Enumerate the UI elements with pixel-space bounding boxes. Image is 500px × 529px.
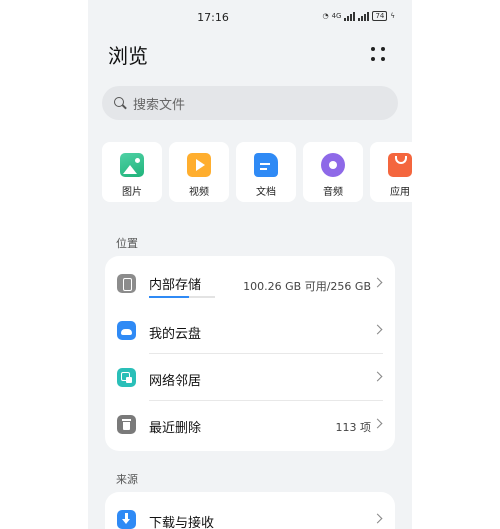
location-internal-storage[interactable]: 内部存储 100.26 GB 可用/256 GB <box>105 260 395 307</box>
sources-section-label: 来源 <box>116 473 138 486</box>
chevron-right-icon <box>372 277 383 288</box>
battery-icon: 74 <box>372 11 388 21</box>
photo-icon <box>120 153 144 177</box>
category-label: 音频 <box>323 187 343 198</box>
status-time: 17:16 <box>197 11 229 24</box>
category-documents[interactable]: 文档 <box>236 142 296 202</box>
download-icon <box>117 510 136 529</box>
video-icon <box>187 153 211 177</box>
network-icon <box>117 368 136 387</box>
chevron-right-icon <box>372 513 383 524</box>
storage-value: 100.26 GB 可用/256 GB <box>243 280 371 293</box>
location-network-neighbors[interactable]: 网络邻居 <box>105 354 395 401</box>
location-cloud-drive[interactable]: 我的云盘 <box>105 307 395 354</box>
search-icon <box>113 96 127 110</box>
network-label: 4G <box>331 12 342 20</box>
status-bar: 17:16 ◔ 4G 74 ϟ <box>88 0 412 34</box>
document-icon <box>254 153 278 177</box>
phone-screen: 17:16 ◔ 4G 74 ϟ 浏览 搜索文件 图片 视频 文档 音频 应用 位… <box>88 0 412 529</box>
location-recently-deleted[interactable]: 最近删除 113 项 <box>105 401 395 448</box>
alarm-icon: ◔ <box>322 12 329 20</box>
location-name: 我的云盘 <box>149 327 202 342</box>
charging-icon: ϟ <box>390 12 395 20</box>
category-apps[interactable]: 应用 <box>370 142 412 202</box>
locations-section-label: 位置 <box>116 237 138 250</box>
app-icon <box>388 153 412 177</box>
phone-storage-icon <box>117 274 136 293</box>
category-label: 视频 <box>189 187 209 198</box>
signal-icon <box>344 11 356 21</box>
source-name: 下载与接收 <box>149 516 215 529</box>
chevron-right-icon <box>372 371 383 382</box>
status-icons: ◔ 4G 74 ϟ <box>322 11 395 21</box>
storage-usage-bar <box>149 296 215 298</box>
category-strip: 图片 视频 文档 音频 应用 <box>102 142 412 202</box>
category-photos[interactable]: 图片 <box>102 142 162 202</box>
source-downloads[interactable]: 下载与接收 <box>105 496 395 529</box>
audio-icon <box>321 153 345 177</box>
category-videos[interactable]: 视频 <box>169 142 229 202</box>
page-title: 浏览 <box>108 44 148 68</box>
sources-card: 下载与接收 <box>105 492 395 529</box>
trash-icon <box>117 415 136 434</box>
location-name: 内部存储 <box>149 278 202 293</box>
category-audio[interactable]: 音频 <box>303 142 363 202</box>
chevron-right-icon <box>372 324 383 335</box>
storage-usage-fill <box>149 296 190 298</box>
category-label: 文档 <box>256 187 276 198</box>
signal-icon-2 <box>358 11 370 21</box>
location-name: 最近删除 <box>149 421 202 436</box>
category-label: 应用 <box>390 187 410 198</box>
more-dots-icon[interactable] <box>367 45 387 63</box>
category-label: 图片 <box>122 187 142 198</box>
location-name: 网络邻居 <box>149 374 202 389</box>
cloud-icon <box>117 321 136 340</box>
chevron-right-icon <box>372 418 383 429</box>
deleted-count: 113 项 <box>335 421 372 434</box>
search-input[interactable]: 搜索文件 <box>102 86 398 120</box>
search-placeholder: 搜索文件 <box>133 97 186 113</box>
locations-card: 内部存储 100.26 GB 可用/256 GB 我的云盘 网络邻居 最近删除 … <box>105 256 395 451</box>
